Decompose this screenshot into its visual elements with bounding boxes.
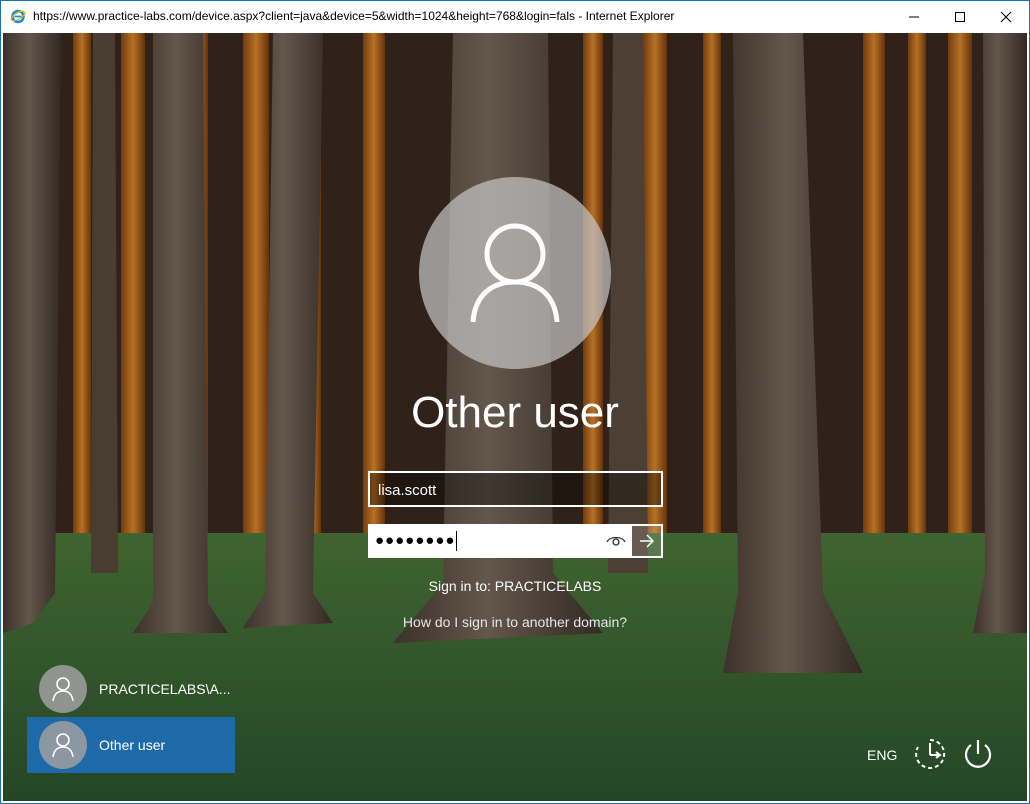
minimize-icon [909,16,919,17]
user-tile-other-user[interactable]: Other user [27,717,235,773]
window-title: https://www.practice-labs.com/device.asp… [33,9,675,23]
internet-explorer-icon [10,9,26,24]
user-avatar-large [419,177,611,369]
domain-help-link[interactable]: How do I sign in to another domain? [3,614,1027,630]
password-input[interactable]: ●●●●●●●● [368,524,630,558]
title-bar: https://www.practice-labs.com/device.asp… [1,1,1029,32]
user-icon [52,733,74,758]
maximize-button[interactable] [937,1,983,32]
password-mask: ●●●●●●●● [375,531,456,549]
text-caret [456,531,458,551]
eye-icon[interactable] [606,531,626,551]
browser-window: https://www.practice-labs.com/device.asp… [0,0,1030,804]
ease-of-access-icon[interactable] [913,737,947,771]
lock-screen: Other user lisa.scott ●●●●●●●● Sign in t… [3,33,1027,801]
maximize-icon [955,11,965,22]
selected-user-name: Other user [411,388,619,437]
sign-in-domain-text: Sign in to: PRACTICELABS [428,578,602,594]
avatar [39,721,87,769]
avatar [39,665,87,713]
user-icon [52,677,74,702]
username-input[interactable]: lisa.scott [368,471,663,507]
user-tile-label: PRACTICELABS\A... [99,681,231,697]
arrow-right-icon [639,534,654,548]
power-icon[interactable] [961,737,995,771]
close-button[interactable] [983,1,1029,32]
user-tile-admin[interactable]: PRACTICELABS\A... [27,661,235,717]
minimize-button[interactable] [891,1,937,32]
close-icon [1000,11,1012,22]
language-indicator[interactable]: ENG [867,747,897,763]
user-tile-label: Other user [99,737,166,753]
user-icon [470,223,560,323]
submit-button[interactable] [630,524,663,558]
